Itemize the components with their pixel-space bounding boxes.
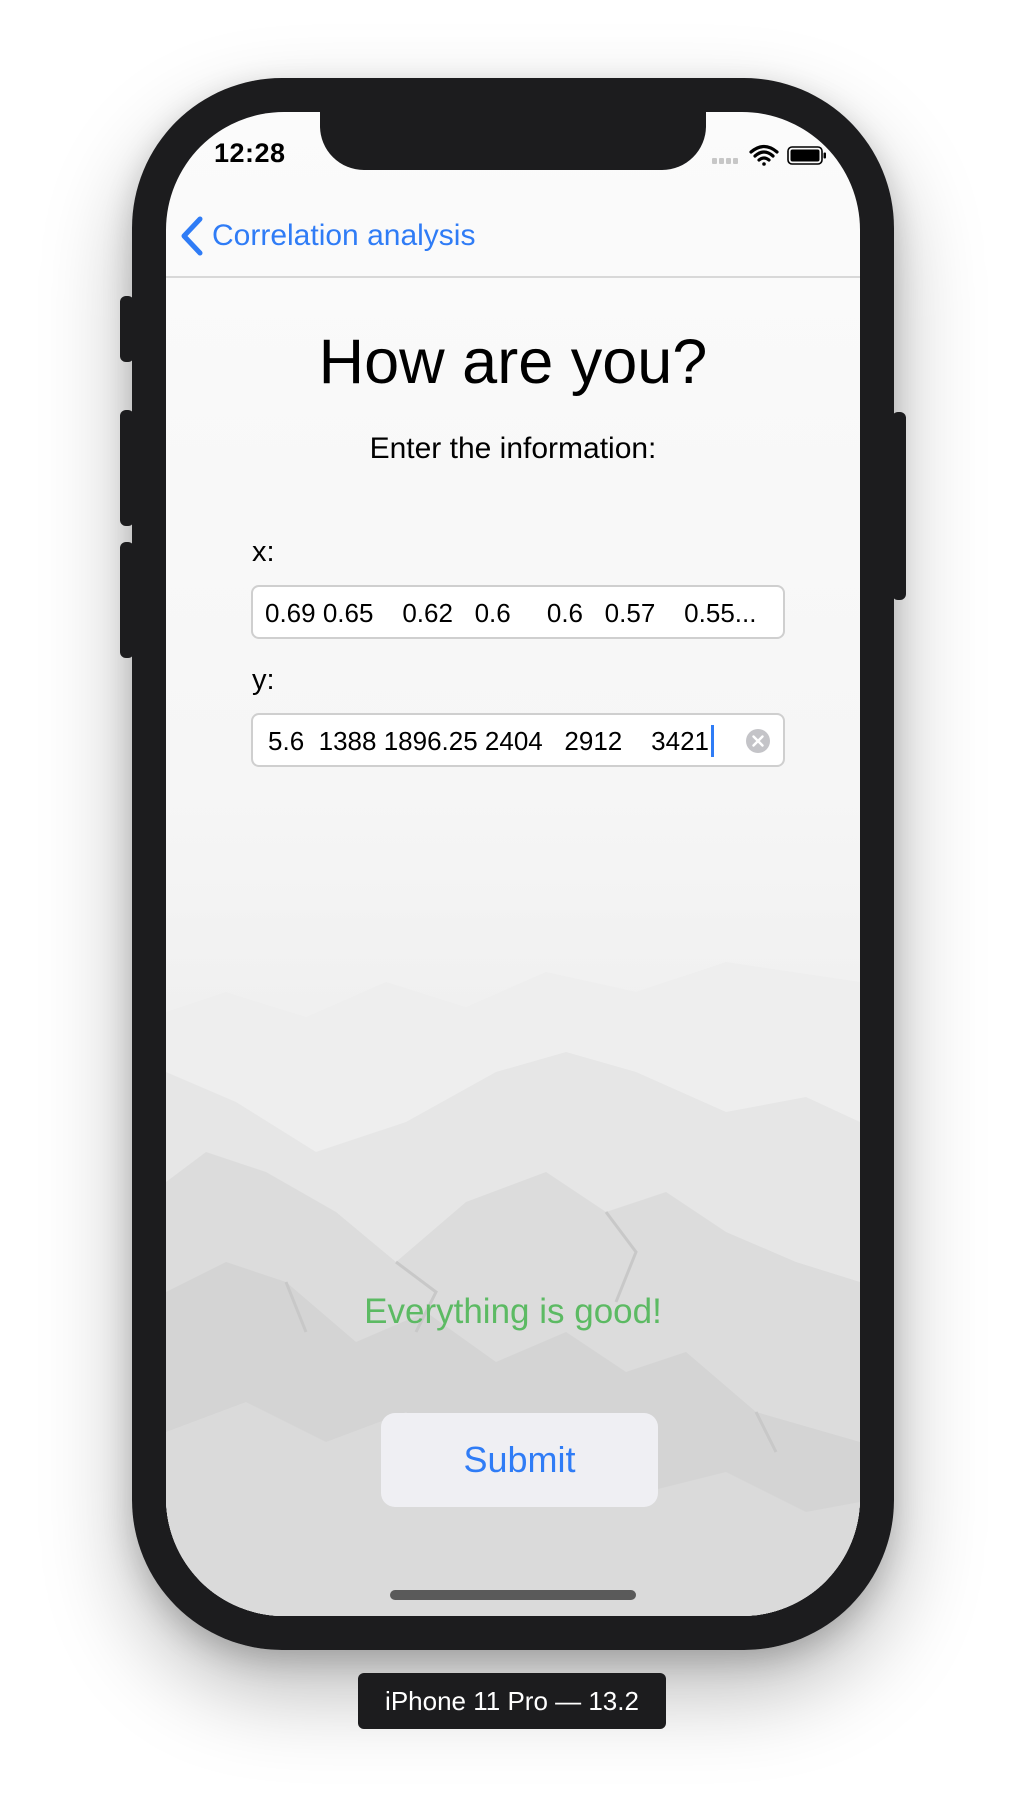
clear-circle-icon[interactable] xyxy=(745,728,771,754)
submit-button[interactable]: Submit xyxy=(381,1413,658,1507)
back-button-label: Correlation analysis xyxy=(212,219,476,252)
power-button xyxy=(892,412,906,600)
status-message: Everything is good! xyxy=(364,1292,662,1331)
page-subtitle: Enter the information: xyxy=(369,432,657,465)
status-icons xyxy=(712,144,826,166)
back-button[interactable]: Correlation analysis xyxy=(180,214,475,258)
chevron-left-icon xyxy=(181,216,203,256)
battery-icon xyxy=(787,146,826,165)
x-field-label: x: xyxy=(252,536,275,568)
x-input[interactable]: 0.69 0.65 0.62 0.6 0.6 0.57 0.55... xyxy=(251,585,785,639)
device-label: iPhone 11 Pro — 13.2 xyxy=(358,1673,666,1729)
page-title: How are you? xyxy=(318,327,708,397)
y-input[interactable]: 5.6 1388 1896.25 2404 2912 3421 xyxy=(251,713,785,767)
x-input-value: 0.69 0.65 0.62 0.6 0.6 0.57 0.55... xyxy=(265,598,757,628)
text-caret xyxy=(711,725,714,757)
y-input-value: 5.6 1388 1896.25 2404 2912 3421 xyxy=(268,726,709,756)
wifi-icon xyxy=(749,144,779,166)
device-notch xyxy=(320,112,706,170)
home-indicator[interactable] xyxy=(390,1590,636,1600)
cellular-signal-icon xyxy=(712,158,738,164)
status-time: 12:28 xyxy=(214,138,286,168)
y-field-label: y: xyxy=(252,664,275,696)
